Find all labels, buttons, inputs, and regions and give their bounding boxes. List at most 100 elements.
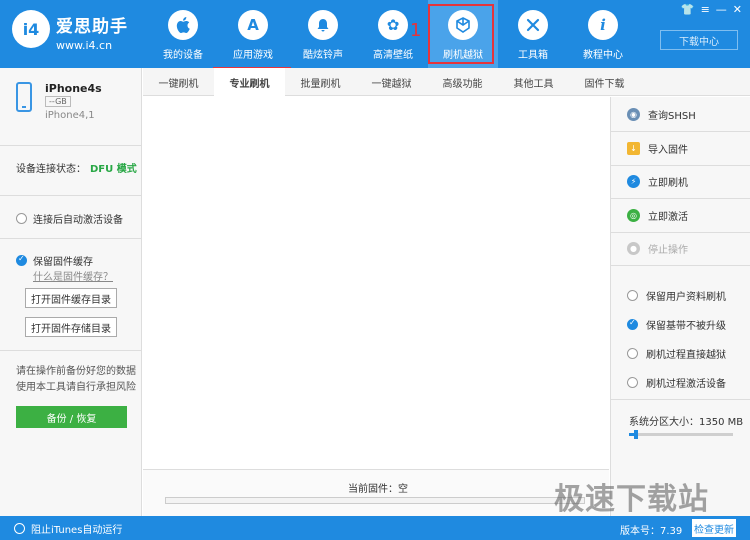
action-label: 停止操作 — [648, 245, 688, 256]
current-firmware-label: 当前固件：空 — [348, 484, 408, 495]
option-label: 保留固件缓存 — [33, 257, 93, 268]
download-center-button[interactable]: 下载中心 — [660, 30, 738, 50]
tab-one-click-flash[interactable]: 一键刷机 — [143, 68, 214, 96]
option-label: 刷机过程激活设备 — [646, 379, 726, 390]
window-controls: 👕 ≡ — ✕ — [681, 3, 742, 16]
device-model: iPhone4,1 — [45, 110, 95, 121]
apple-icon — [168, 10, 198, 40]
search-icon: ◉ — [627, 108, 640, 121]
option-label: 保留基带不被升级 — [646, 321, 726, 332]
tab-batch-flash[interactable]: 批量刷机 — [285, 68, 356, 96]
status-bar: 阻止iTunes自动运行 版本号：7.39 检查更新 — [0, 516, 750, 540]
tab-one-click-jailbreak[interactable]: 一键越狱 — [356, 68, 427, 96]
slider-handle[interactable] — [634, 430, 639, 439]
nav-label: 我的设备 — [163, 50, 203, 61]
activate-during-flash-option[interactable]: 刷机过程激活设备 — [627, 375, 726, 390]
backup-warning: 请在操作前备份好您的数据使用本工具请自行承担风险 — [16, 366, 136, 393]
tab-other-tools[interactable]: 其他工具 — [498, 68, 569, 96]
radio-icon — [627, 348, 638, 359]
annotation-number-1: 1 — [410, 20, 422, 41]
phone-icon — [16, 82, 32, 112]
keep-baseband-option[interactable]: 保留基带不被升级 — [627, 317, 726, 332]
nav-label: 高清壁纸 — [373, 50, 413, 61]
action-label: 立即刷机 — [648, 178, 688, 189]
nav-apps-games[interactable]: A 应用游戏 — [218, 0, 288, 68]
device-info: iPhone4s --GB iPhone4,1 — [0, 68, 142, 146]
checked-radio-icon — [16, 254, 27, 266]
globe-icon: ◎ — [627, 209, 640, 222]
left-panel: iPhone4s --GB iPhone4,1 设备连接状态： DFU 模式 连接… — [0, 68, 142, 516]
stop-icon: ● — [627, 242, 640, 255]
device-capacity: --GB — [45, 96, 71, 107]
radio-icon — [627, 377, 638, 388]
connection-status: 设备连接状态： DFU 模式 — [16, 160, 137, 175]
nav-my-device[interactable]: 我的设备 — [148, 0, 218, 68]
flash-progress-bar — [165, 497, 585, 504]
auto-activate-option[interactable]: 连接后自动激活设备 — [16, 211, 123, 226]
version-label: 版本号：7.39 — [620, 526, 683, 537]
minimize-icon[interactable]: — — [716, 3, 727, 16]
option-label: 保留用户资料刷机 — [646, 292, 726, 303]
flower-icon: ✿ — [378, 10, 408, 40]
tab-advanced[interactable]: 高级功能 — [427, 68, 498, 96]
info-icon: i — [588, 10, 618, 40]
bell-icon — [308, 10, 338, 40]
option-label: 刷机过程直接越狱 — [646, 350, 726, 361]
nav-label: 教程中心 — [583, 50, 623, 61]
nav-ringtones[interactable]: 酷炫铃声 — [288, 0, 358, 68]
close-icon[interactable]: ✕ — [733, 3, 742, 16]
i4-logo-icon: i4 — [12, 10, 50, 48]
open-cache-dir-button[interactable]: 打开固件缓存目录 — [25, 288, 117, 308]
divider — [611, 131, 750, 132]
divider — [611, 399, 750, 400]
divider — [0, 195, 142, 196]
what-is-cache-link[interactable]: 什么是固件缓存？ — [33, 268, 113, 283]
import-firmware-button[interactable]: ↓ 导入固件 — [627, 141, 688, 156]
menu-icon[interactable]: ≡ — [701, 3, 710, 16]
query-shsh-button[interactable]: ◉ 查询SHSH — [627, 107, 696, 122]
divider — [0, 238, 142, 239]
right-panel: ◉ 查询SHSH ↓ 导入固件 ⚡ 立即刷机 ◎ 立即激活 ● 停止操作 保留用… — [610, 97, 750, 516]
flash-icon: ⚡ — [627, 175, 640, 188]
jailbreak-during-flash-option[interactable]: 刷机过程直接越狱 — [627, 346, 726, 361]
tools-icon — [518, 10, 548, 40]
option-label: 阻止iTunes自动运行 — [31, 525, 123, 536]
partition-size-slider[interactable] — [629, 430, 733, 439]
firmware-status: 当前固件：空 — [143, 469, 609, 516]
skin-icon[interactable]: 👕 — [681, 3, 695, 16]
highlight-box-nav — [428, 4, 494, 64]
stop-operation-button[interactable]: ● 停止操作 — [627, 241, 688, 256]
brand-name: 爱思助手 — [56, 17, 128, 37]
folder-import-icon: ↓ — [627, 142, 640, 155]
tab-pro-flash[interactable]: 专业刷机 — [214, 68, 285, 96]
divider — [611, 232, 750, 233]
activate-now-button[interactable]: ◎ 立即激活 — [627, 208, 688, 223]
device-name: iPhone4s — [45, 82, 102, 95]
nav-label: 工具箱 — [518, 50, 548, 61]
tab-firmware-download[interactable]: 固件下载 — [569, 68, 640, 96]
firmware-list-area — [143, 97, 609, 469]
flash-tabs: 一键刷机 专业刷机 批量刷机 一键越狱 高级功能 其他工具 固件下载 — [143, 68, 750, 96]
keep-user-data-option[interactable]: 保留用户资料刷机 — [627, 288, 726, 303]
brand: 爱思助手 www.i4.cn — [56, 12, 128, 52]
open-store-dir-button[interactable]: 打开固件存储目录 — [25, 317, 117, 337]
partition-size-label: 系统分区大小：1350 MB — [629, 417, 744, 428]
check-update-button[interactable]: 检查更新 — [692, 519, 736, 537]
connection-mode: DFU 模式 — [90, 164, 137, 175]
divider — [611, 265, 750, 266]
option-label: 连接后自动激活设备 — [33, 215, 123, 226]
radio-icon — [16, 213, 27, 224]
divider — [0, 350, 142, 351]
flash-now-button[interactable]: ⚡ 立即刷机 — [627, 174, 688, 189]
nav-label: 应用游戏 — [233, 50, 273, 61]
backup-restore-button[interactable]: 备份 / 恢复 — [16, 406, 127, 428]
main-nav: 我的设备 A 应用游戏 酷炫铃声 ✿ 高清壁纸 刷机越狱 工具箱 i 教程中心 — [148, 0, 638, 68]
radio-icon — [14, 523, 25, 534]
nav-tutorials[interactable]: i 教程中心 — [568, 0, 638, 68]
block-itunes-option[interactable]: 阻止iTunes自动运行 — [14, 521, 122, 536]
action-label: 立即激活 — [648, 212, 688, 223]
connection-label: 设备连接状态： — [16, 164, 86, 175]
nav-toolbox[interactable]: 工具箱 — [498, 0, 568, 68]
app-header: i4 爱思助手 www.i4.cn 我的设备 A 应用游戏 酷炫铃声 ✿ 高清壁… — [0, 0, 750, 68]
keep-cache-option[interactable]: 保留固件缓存 — [16, 253, 93, 268]
